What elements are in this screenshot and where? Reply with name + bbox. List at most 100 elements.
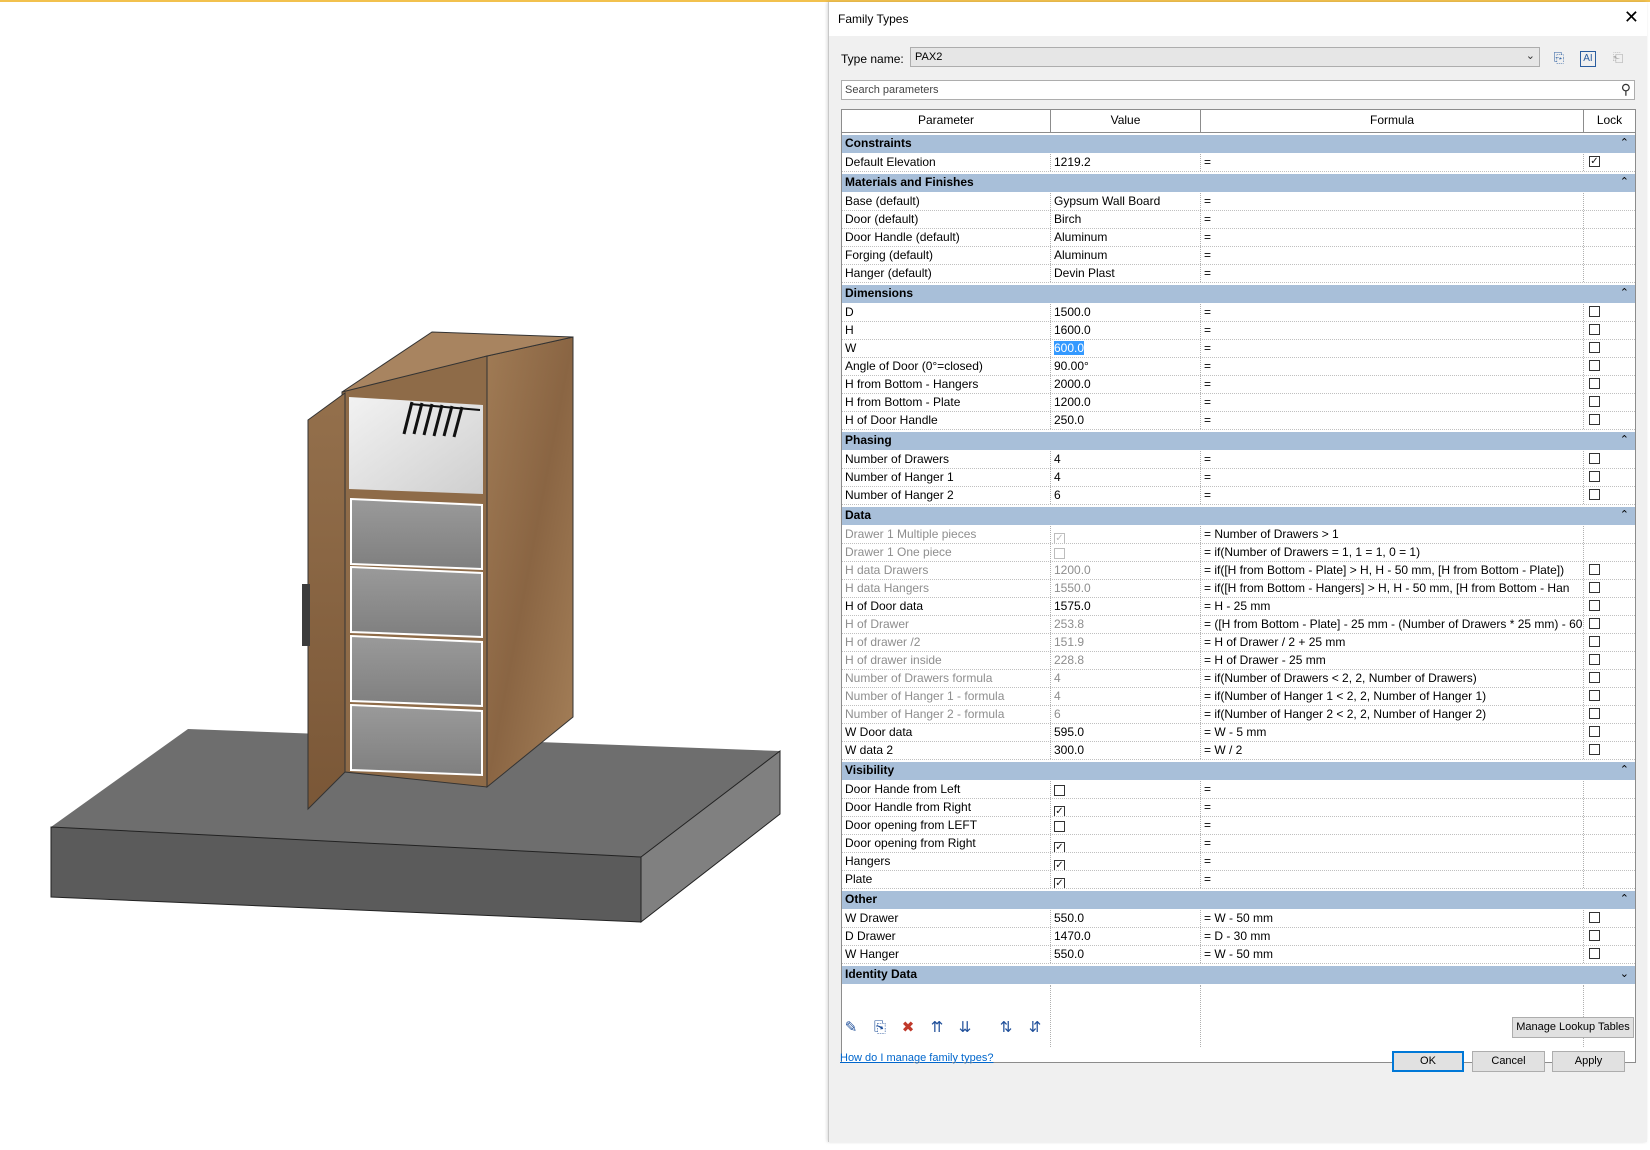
parameter-lock[interactable] — [1584, 394, 1635, 411]
parameter-lock[interactable] — [1584, 799, 1635, 816]
parameter-value[interactable]: ✓ — [1051, 799, 1201, 816]
group-header[interactable]: Data ⌃ — [842, 505, 1635, 526]
checkbox[interactable] — [1589, 690, 1600, 701]
checkbox[interactable] — [1589, 396, 1600, 407]
parameter-row[interactable]: Drawer 1 Multiple pieces ✓ = Number of Dra… — [842, 526, 1635, 544]
parameter-formula[interactable]: = — [1201, 376, 1584, 393]
parameter-lock[interactable] — [1584, 451, 1635, 468]
checkbox[interactable] — [1589, 654, 1600, 665]
chevron-down-icon[interactable]: ⌄ — [1526, 49, 1535, 62]
parameter-lock[interactable] — [1584, 616, 1635, 633]
collapse-icon[interactable]: ⌃ — [1620, 432, 1629, 449]
parameter-row[interactable]: Door opening from LEFT = — [842, 817, 1635, 835]
ok-button[interactable]: OK — [1392, 1051, 1464, 1072]
parameter-lock[interactable] — [1584, 724, 1635, 741]
parameter-value[interactable] — [1051, 817, 1201, 834]
parameter-formula[interactable]: = — [1201, 781, 1584, 798]
move-down-icon[interactable]: ⇊ — [955, 1018, 975, 1038]
parameter-formula[interactable]: = H of Drawer - 25 mm — [1201, 652, 1584, 669]
parameter-lock[interactable] — [1584, 928, 1635, 945]
parameter-row[interactable]: Number of Drawers 4 = — [842, 451, 1635, 469]
parameter-lock[interactable] — [1584, 322, 1635, 339]
parameter-formula[interactable]: = if([H from Bottom - Hangers] > H, H - … — [1201, 580, 1584, 597]
parameter-lock[interactable] — [1584, 229, 1635, 246]
group-header[interactable]: Other ⌃ — [842, 889, 1635, 910]
parameter-lock[interactable] — [1584, 817, 1635, 834]
checkbox[interactable]: ✓ — [1054, 842, 1065, 852]
parameter-formula[interactable]: = — [1201, 322, 1584, 339]
parameter-row[interactable]: H data Drawers 1200.0 = if([H from Bottom … — [842, 562, 1635, 580]
parameter-lock[interactable] — [1584, 835, 1635, 852]
new-type-icon[interactable]: ⎘ — [1550, 49, 1568, 67]
checkbox[interactable] — [1589, 378, 1600, 389]
parameter-lock[interactable] — [1584, 376, 1635, 393]
checkbox[interactable] — [1589, 471, 1600, 482]
column-header-value[interactable]: Value — [1051, 110, 1201, 132]
parameter-value[interactable]: 550.0 — [1051, 910, 1201, 927]
delete-type-icon[interactable]: ⎗ — [1609, 49, 1627, 67]
parameter-formula[interactable]: = — [1201, 799, 1584, 816]
parameter-row[interactable]: W data 2 300.0 = W / 2 — [842, 742, 1635, 760]
parameter-formula[interactable]: = if(Number of Hanger 1 < 2, 2, Number o… — [1201, 688, 1584, 705]
parameter-lock[interactable] — [1584, 652, 1635, 669]
parameter-formula[interactable]: = — [1201, 211, 1584, 228]
parameter-lock[interactable] — [1584, 781, 1635, 798]
parameter-value[interactable]: Aluminum — [1051, 229, 1201, 246]
parameter-value[interactable]: Birch — [1051, 211, 1201, 228]
parameter-formula[interactable]: = — [1201, 193, 1584, 210]
parameter-lock[interactable] — [1584, 412, 1635, 429]
checkbox[interactable] — [1589, 726, 1600, 737]
parameter-row[interactable]: Door Handle from Right ✓ = — [842, 799, 1635, 817]
parameter-row[interactable]: Door (default) Birch = — [842, 211, 1635, 229]
help-link[interactable]: How do I manage family types? — [840, 1052, 993, 1064]
manage-lookup-tables-button[interactable]: Manage Lookup Tables — [1512, 1017, 1634, 1038]
new-parameter-icon[interactable]: ⎘ — [870, 1018, 890, 1038]
parameter-formula[interactable]: = W - 5 mm — [1201, 724, 1584, 741]
parameter-value[interactable]: 250.0 — [1051, 412, 1201, 429]
sort-ascending-icon[interactable]: ⇅ — [996, 1018, 1016, 1038]
collapse-icon[interactable]: ⌃ — [1620, 285, 1629, 302]
parameter-formula[interactable]: = — [1201, 451, 1584, 468]
parameter-row[interactable]: H of drawer inside 228.8 = H of Drawer - 2… — [842, 652, 1635, 670]
parameter-formula[interactable]: = if(Number of Drawers = 1, 1 = 1, 0 = 1… — [1201, 544, 1584, 561]
parameter-row[interactable]: Door opening from Right ✓ = — [842, 835, 1635, 853]
parameter-value[interactable]: 550.0 — [1051, 946, 1201, 963]
parameter-formula[interactable]: = if(Number of Drawers < 2, 2, Number of… — [1201, 670, 1584, 687]
parameter-value[interactable]: 1219.2 — [1051, 154, 1201, 171]
delete-parameter-icon[interactable]: ✖ — [898, 1018, 918, 1038]
parameter-row[interactable]: Default Elevation 1219.2 = ✓ — [842, 154, 1635, 172]
parameter-lock[interactable] — [1584, 742, 1635, 759]
collapse-icon[interactable]: ⌃ — [1620, 891, 1629, 908]
parameter-lock[interactable] — [1584, 211, 1635, 228]
checkbox[interactable] — [1589, 564, 1600, 575]
parameter-value[interactable]: 595.0 — [1051, 724, 1201, 741]
group-header[interactable]: Dimensions ⌃ — [842, 283, 1635, 304]
parameter-row[interactable]: W Door data 595.0 = W - 5 mm — [842, 724, 1635, 742]
type-name-dropdown[interactable]: PAX2 ⌄ — [910, 47, 1540, 67]
parameter-formula[interactable]: = — [1201, 229, 1584, 246]
parameter-formula[interactable]: = W - 50 mm — [1201, 946, 1584, 963]
parameter-lock[interactable]: ✓ — [1584, 154, 1635, 171]
parameter-value[interactable]: Gypsum Wall Board — [1051, 193, 1201, 210]
parameter-lock[interactable] — [1584, 580, 1635, 597]
checkbox[interactable] — [1589, 360, 1600, 371]
parameter-row[interactable]: H data Hangers 1550.0 = if([H from Bottom … — [842, 580, 1635, 598]
checkbox[interactable]: ✓ — [1589, 156, 1600, 167]
checkbox[interactable]: ✓ — [1054, 878, 1065, 888]
group-header[interactable]: Constraints ⌃ — [842, 133, 1635, 154]
parameter-row[interactable]: W Drawer 550.0 = W - 50 mm — [842, 910, 1635, 928]
edit-parameter-icon[interactable]: ✎ — [841, 1018, 861, 1038]
checkbox[interactable] — [1054, 785, 1065, 796]
parameter-value[interactable]: 1500.0 — [1051, 304, 1201, 321]
parameter-lock[interactable] — [1584, 304, 1635, 321]
checkbox[interactable]: ✓ — [1054, 860, 1065, 870]
parameter-row[interactable]: Number of Drawers formula 4 = if(Number of… — [842, 670, 1635, 688]
collapse-icon[interactable]: ⌃ — [1620, 762, 1629, 779]
parameter-formula[interactable]: = — [1201, 265, 1584, 282]
parameter-row[interactable]: Plate ✓ = — [842, 871, 1635, 889]
parameter-lock[interactable] — [1584, 247, 1635, 264]
parameter-value[interactable]: ✓ — [1051, 835, 1201, 852]
parameter-row[interactable]: Hanger (default) Devin Plast = — [842, 265, 1635, 283]
parameter-formula[interactable]: = — [1201, 394, 1584, 411]
parameter-formula[interactable]: = H - 25 mm — [1201, 598, 1584, 615]
